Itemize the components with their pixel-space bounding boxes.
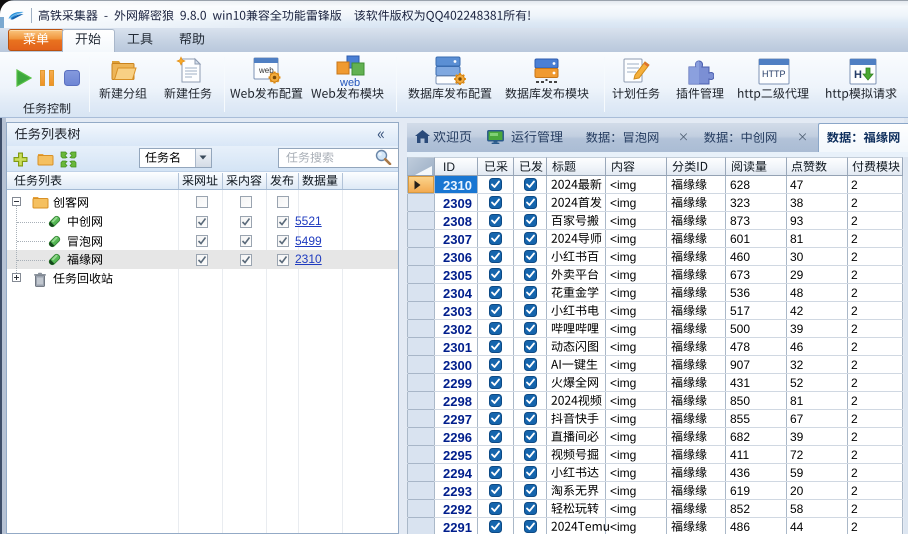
svg-text:web: web [339,77,360,88]
svg-text:web: web [258,66,274,75]
svg-text:H: H [854,69,862,81]
svg-text:HTTP: HTTP [762,69,786,79]
